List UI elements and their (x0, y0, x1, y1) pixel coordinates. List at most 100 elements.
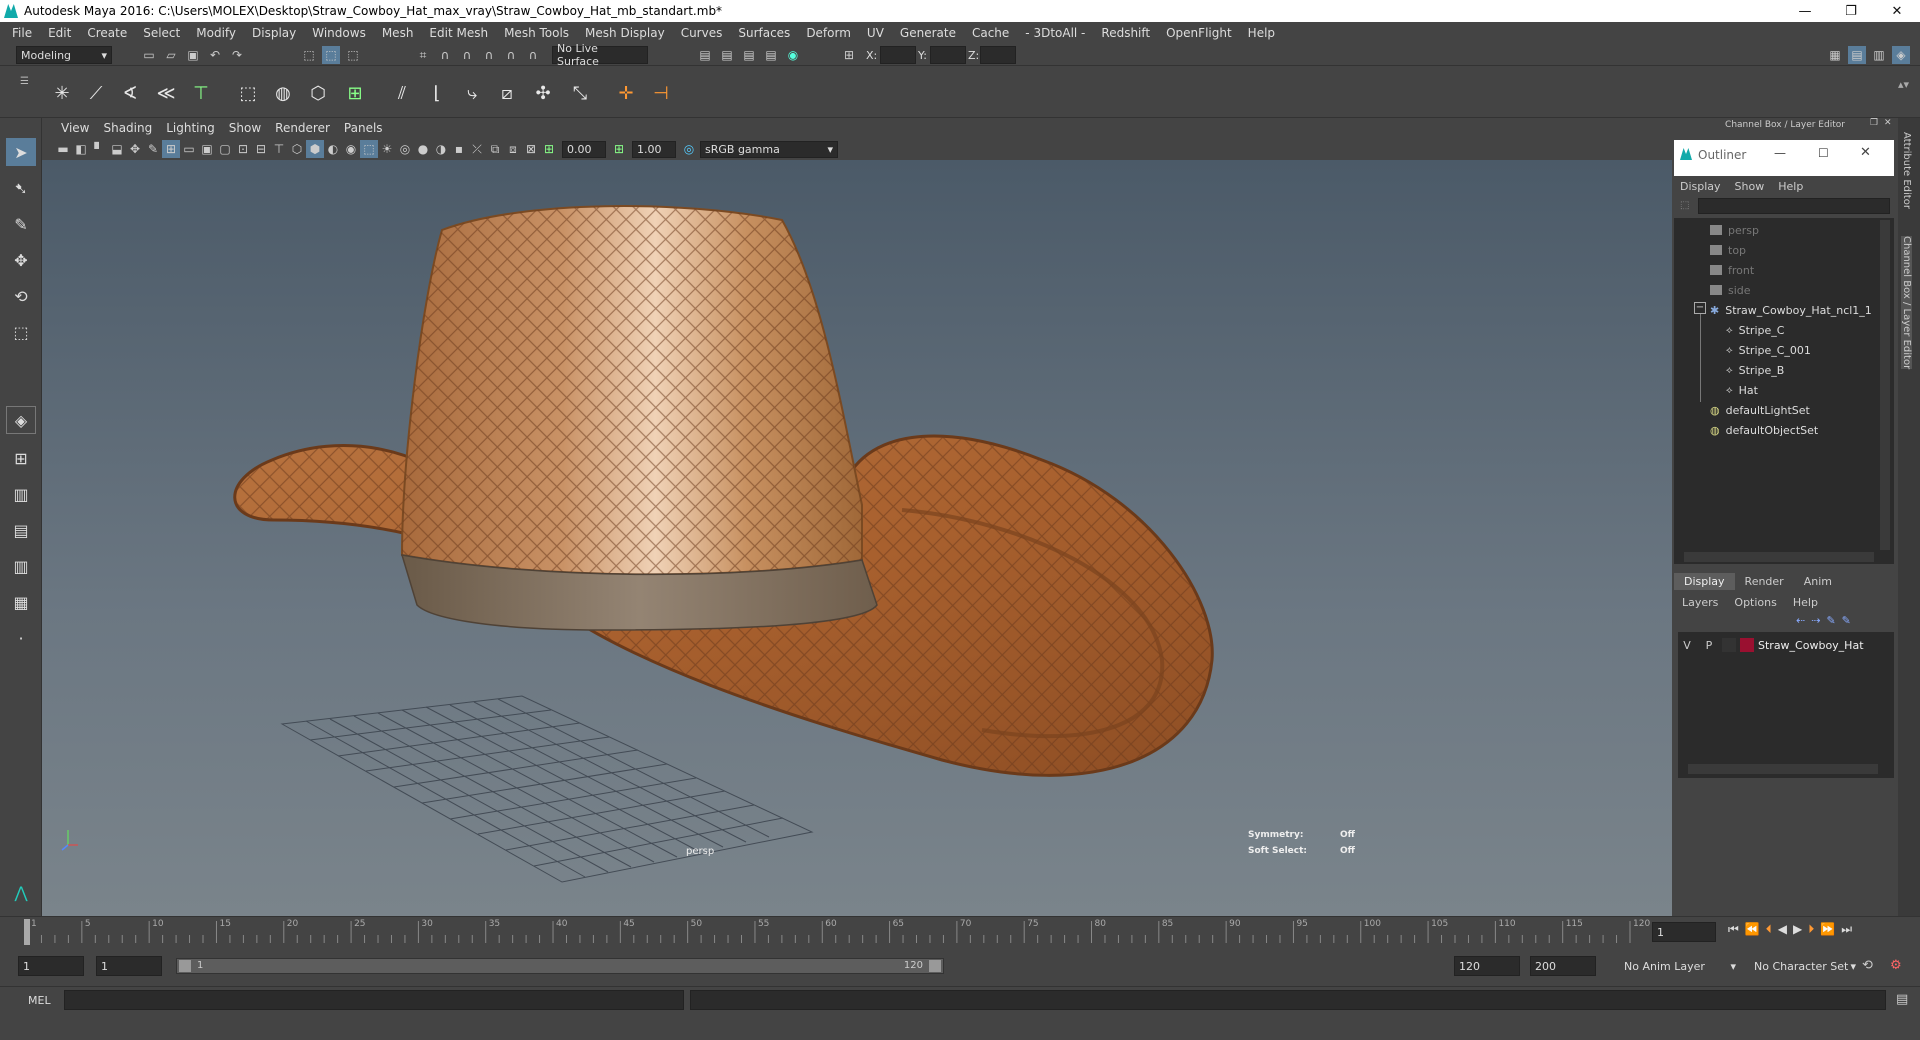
menu-file[interactable]: File (4, 26, 40, 40)
script-editor-icon[interactable]: ▤ (1896, 992, 1908, 1007)
lasso-tool-icon[interactable]: ➷ (6, 174, 36, 202)
step-forward-frame-icon[interactable]: ⏵ (1808, 922, 1814, 937)
time-slider[interactable]: 1 5 10 15 20 25 30 35 40 45 50 55 60 65 70 75 80 85 90 95 10… (0, 916, 1920, 946)
outliner-item-persp[interactable]: persp (1710, 220, 1894, 240)
menu-openflight[interactable]: OpenFlight (1158, 26, 1240, 40)
panel-menu-renderer[interactable]: Renderer (268, 121, 337, 135)
append-icon[interactable]: ⧄ (492, 78, 522, 108)
bevel-icon[interactable]: ⌊ (422, 78, 452, 108)
snap-surface-icon[interactable]: ∩ (502, 46, 520, 64)
field-chart-icon[interactable]: ⊡ (234, 140, 252, 158)
outliner-menu-help[interactable]: Help (1778, 180, 1803, 193)
channel-box-toggle-icon[interactable]: ◈ (1892, 46, 1910, 64)
menu-windows[interactable]: Windows (304, 26, 374, 40)
render-settings-icon[interactable]: ▤ (762, 46, 780, 64)
playback-toggle[interactable]: P (1700, 639, 1718, 652)
layer-row[interactable]: V P Straw_Cowboy_Hat (1678, 636, 1894, 654)
poly-cylinder-icon[interactable]: ⬡ (303, 78, 333, 108)
film-gate-icon[interactable]: ▭ (180, 140, 198, 158)
step-back-frame-icon[interactable]: ⏴ (1766, 922, 1772, 937)
menu-modify[interactable]: Modify (188, 26, 244, 40)
menu-edit[interactable]: Edit (40, 26, 79, 40)
select-object-icon[interactable]: ⬚ (322, 46, 340, 64)
poly-sphere-icon[interactable]: ⬚ (233, 78, 263, 108)
outliner-item-stripe-b[interactable]: ⟡ Stripe_B (1726, 360, 1894, 380)
new-scene-icon[interactable]: ▭ (140, 46, 158, 64)
textured-icon[interactable]: ◉ (342, 140, 360, 158)
color-management-icon[interactable]: ◎ (680, 140, 698, 158)
menu-3dtoall[interactable]: - 3DtoAll - (1017, 26, 1093, 40)
menu-edit-mesh[interactable]: Edit Mesh (421, 26, 496, 40)
panel-menu-view[interactable]: View (54, 121, 96, 135)
menu-deform[interactable]: Deform (798, 26, 859, 40)
scale-tool-icon[interactable]: ⬚ (6, 318, 36, 346)
open-scene-icon[interactable]: ▱ (162, 46, 180, 64)
outliner-persp-icon[interactable]: ▤ (6, 516, 36, 544)
y-field[interactable] (930, 46, 966, 64)
menu-mesh[interactable]: Mesh (374, 26, 422, 40)
all-lights-icon[interactable]: ⬚ (360, 140, 378, 158)
layer-tab-display[interactable]: Display (1674, 572, 1735, 590)
layer-color-swatch[interactable] (1740, 638, 1754, 652)
select-component-icon[interactable]: ⬚ (344, 46, 362, 64)
close-button[interactable]: ✕ (1860, 145, 1871, 160)
menu-display[interactable]: Display (244, 26, 304, 40)
view-transform-dropdown[interactable]: sRGB gamma ▾ (700, 140, 838, 158)
xray-joints-icon[interactable]: ⧈ (504, 140, 522, 158)
shadows-icon[interactable]: ☀ (378, 140, 396, 158)
snap-view-icon[interactable]: ∩ (480, 46, 498, 64)
resolution-gate-icon[interactable]: ▣ (198, 140, 216, 158)
grease-pencil-icon[interactable]: ✎ (144, 140, 162, 158)
layer-type-toggle[interactable] (1722, 638, 1736, 652)
go-to-start-icon[interactable]: ⏮ (1728, 922, 1739, 937)
motion-blur-icon[interactable]: ● (414, 140, 432, 158)
playback-start-field[interactable]: 1 (96, 956, 162, 976)
select-tool-icon[interactable]: ➤ (6, 138, 36, 166)
tool-settings-icon[interactable]: ▥ (1870, 46, 1888, 64)
layer-hscroll[interactable] (1688, 764, 1878, 774)
snap-grid-icon[interactable]: ⌗ (414, 46, 432, 64)
filter-icon[interactable]: ⬚ (1680, 200, 1689, 211)
menu-select[interactable]: Select (135, 26, 188, 40)
character-set-dropdown[interactable]: No Character Set ▾ (1750, 956, 1860, 976)
z-field[interactable] (980, 46, 1016, 64)
close-button[interactable]: ✕ (1874, 0, 1920, 22)
modeling-toolkit-icon[interactable]: ▦ (1826, 46, 1844, 64)
outliner-item-default-object-set[interactable]: ◍ defaultObjectSet (1710, 420, 1894, 440)
outliner-item-default-light-set[interactable]: ◍ defaultLightSet (1710, 400, 1894, 420)
image-plane-icon[interactable]: ⬓ (108, 140, 126, 158)
graph-persp-icon[interactable]: ▥ (6, 552, 36, 580)
safe-title-icon[interactable]: ⊤ (270, 140, 288, 158)
exposure-field[interactable]: 0.00 (562, 140, 606, 158)
maximize-button[interactable]: ☐ (1818, 146, 1829, 160)
auto-key-icon[interactable]: ⟲ (1862, 958, 1873, 973)
curve-text-icon[interactable]: ⊤ (186, 78, 216, 108)
freeze-transform-icon[interactable]: ⊣ (646, 78, 676, 108)
outliner-search-input[interactable] (1698, 198, 1890, 214)
hypershade-icon[interactable]: ◉ (784, 46, 802, 64)
menu-mesh-display[interactable]: Mesh Display (577, 26, 673, 40)
center-pivot-icon[interactable]: ✛ (611, 78, 641, 108)
side-tab-channel-box[interactable]: Channel Box / Layer Editor (1901, 236, 1912, 370)
menu-mesh-tools[interactable]: Mesh Tools (496, 26, 577, 40)
curve-ep-icon[interactable]: ⟋ (81, 78, 111, 108)
play-backwards-icon[interactable]: ◀ (1778, 922, 1787, 937)
ipr-render-icon[interactable]: ▤ (740, 46, 758, 64)
safe-action-icon[interactable]: ⊟ (252, 140, 270, 158)
visibility-toggle[interactable]: V (1678, 639, 1696, 652)
outliner-vscroll[interactable] (1880, 220, 1890, 550)
camera-attributes-icon[interactable]: ◧ (72, 140, 90, 158)
menu-generate[interactable]: Generate (892, 26, 964, 40)
attribute-editor-toggle-icon[interactable]: ▤ (1848, 46, 1866, 64)
xray-components-icon[interactable]: ⊠ (522, 140, 540, 158)
current-frame-marker[interactable] (24, 919, 30, 945)
menu-cache[interactable]: Cache (964, 26, 1017, 40)
layer-tab-render[interactable]: Render (1735, 573, 1794, 590)
outliner-hscroll[interactable] (1684, 552, 1874, 562)
panel-menu-lighting[interactable]: Lighting (159, 121, 222, 135)
screen-space-ao-icon[interactable]: ◎ (396, 140, 414, 158)
live-surface-field[interactable]: No Live Surface (552, 42, 648, 68)
wireframe-on-shaded-icon[interactable]: ◐ (324, 140, 342, 158)
bookmark-icon[interactable]: ▘ (90, 140, 108, 158)
poly-plane-icon[interactable]: ⊞ (340, 78, 370, 108)
